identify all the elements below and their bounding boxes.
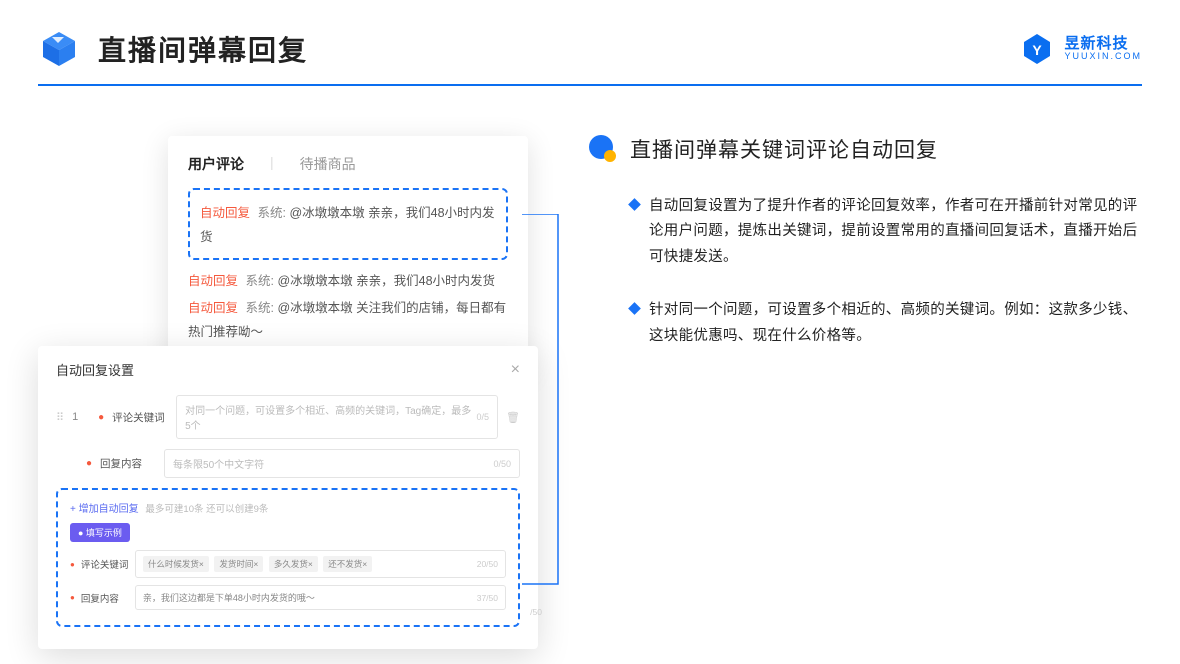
tab-user-comments[interactable]: 用户评论 bbox=[188, 154, 244, 174]
settings-title: 自动回复设置 bbox=[56, 360, 134, 379]
system-label: 系统: bbox=[258, 206, 286, 220]
comment-row-1: 自动回复 系统: @冰墩墩本墩 亲亲，我们48小时内发货 bbox=[200, 202, 496, 250]
row-index: 1 bbox=[72, 411, 90, 423]
brand-cn: 昱新科技 bbox=[1064, 36, 1142, 53]
tag-chip[interactable]: 还不发货× bbox=[323, 556, 372, 572]
add-auto-reply-link[interactable]: + 增加自动回复 最多可建10条 还可以创建9条 bbox=[70, 500, 506, 515]
system-label: 系统: bbox=[246, 274, 274, 288]
required-dot: ● bbox=[70, 560, 75, 569]
comment-row-highlight: 自动回复 系统: @冰墩墩本墩 亲亲，我们48小时内发货 bbox=[188, 188, 508, 260]
comment-tabs: 用户评论 | 待播商品 bbox=[188, 154, 508, 174]
auto-reply-tag: 自动回复 bbox=[188, 274, 238, 288]
ex-keyword-input[interactable]: 什么时候发货× 发货时间× 多久发货× 还不发货× 20/50 bbox=[135, 550, 506, 578]
auto-reply-tag: 自动回复 bbox=[188, 301, 238, 315]
ex-reply-label: 回复内容 bbox=[81, 591, 129, 605]
slide-header: 直播间弹幕回复 Y 昱新科技 YUUXIN.COM bbox=[38, 28, 1142, 86]
tag-chip[interactable]: 多久发货× bbox=[269, 556, 318, 572]
bullet-2: 针对同一个问题，可设置多个相近的、高频的关键词。例如：这款多少钱、这块能优惠吗、… bbox=[588, 298, 1142, 349]
right-column: 直播间弹幕关键词评论自动回复 自动回复设置为了提升作者的评论回复效率，作者可在开… bbox=[578, 136, 1142, 377]
left-column: 用户评论 | 待播商品 自动回复 系统: @冰墩墩本墩 亲亲，我们48小时内发货… bbox=[38, 136, 548, 377]
system-label: 系统: bbox=[246, 301, 274, 315]
keyword-count: 0/5 bbox=[477, 412, 490, 422]
comment-row-3: 自动回复 系统: @冰墩墩本墩 关注我们的店铺，每日都有热门推荐呦～ bbox=[188, 297, 508, 345]
example-block: + 增加自动回复 最多可建10条 还可以创建9条 ● 填写示例 ● 评论关键词 … bbox=[56, 488, 520, 627]
cube-icon bbox=[38, 28, 80, 70]
required-dot: ● bbox=[98, 412, 104, 423]
reply-input[interactable]: 每条限50个中文字符 0/50 bbox=[164, 449, 520, 478]
tab-pending-goods[interactable]: 待播商品 bbox=[300, 154, 356, 174]
delete-icon[interactable]: 🗑 bbox=[506, 411, 520, 424]
required-dot: ● bbox=[70, 593, 75, 602]
speech-bubble-icon bbox=[588, 134, 618, 164]
add-link-text: + 增加自动回复 bbox=[70, 504, 139, 515]
tab-divider: | bbox=[270, 154, 274, 174]
required-dot: ● bbox=[86, 458, 92, 469]
ex-kw-count: 20/50 bbox=[477, 559, 498, 569]
comment-panel: 用户评论 | 待播商品 自动回复 系统: @冰墩墩本墩 亲亲，我们48小时内发货… bbox=[168, 136, 528, 371]
add-link-sub: 最多可建10条 还可以创建9条 bbox=[145, 504, 268, 515]
comment-row-2: 自动回复 系统: @冰墩墩本墩 亲亲，我们48小时内发货 bbox=[188, 270, 508, 294]
keyword-input[interactable]: 对同一个问题，可设置多个相近、高频的关键词，Tag确定，最多5个 0/5 bbox=[176, 395, 498, 439]
ex-keyword-label: 评论关键词 bbox=[81, 557, 129, 571]
tag-chip[interactable]: 发货时间× bbox=[214, 556, 263, 572]
ex-tags: 什么时候发货× 发货时间× 多久发货× 还不发货× bbox=[143, 556, 375, 572]
header-left: 直播间弹幕回复 bbox=[38, 28, 308, 70]
bullet-2-text: 针对同一个问题，可设置多个相近的、高频的关键词。例如：这款多少钱、这块能优惠吗、… bbox=[649, 298, 1142, 349]
bullet-1: 自动回复设置为了提升作者的评论回复效率，作者可在开播前针对常见的评论用户问题，提… bbox=[588, 194, 1142, 270]
brand: Y 昱新科技 YUUXIN.COM bbox=[1020, 32, 1142, 66]
diamond-icon bbox=[628, 302, 641, 315]
page-title: 直播间弹幕回复 bbox=[98, 29, 308, 69]
example-badge: ● 填写示例 bbox=[70, 523, 130, 542]
svg-text:Y: Y bbox=[1033, 42, 1043, 58]
ex-reply-count: 37/50 bbox=[477, 593, 498, 603]
reply-label: 回复内容 bbox=[100, 456, 156, 471]
brand-en: YUUXIN.COM bbox=[1064, 52, 1142, 62]
reply-placeholder: 每条限50个中文字符 bbox=[173, 456, 264, 471]
keyword-placeholder: 对同一个问题，可设置多个相近、高频的关键词，Tag确定，最多5个 bbox=[185, 402, 476, 432]
close-icon[interactable]: × bbox=[511, 361, 520, 379]
keyword-label: 评论关键词 bbox=[112, 410, 168, 425]
settings-panel: 自动回复设置 × ⠿ 1 ● 评论关键词 对同一个问题，可设置多个相近、高频的关… bbox=[38, 346, 538, 649]
reply-row: ● 回复内容 每条限50个中文字符 0/50 bbox=[56, 449, 520, 478]
auto-reply-tag: 自动回复 bbox=[200, 206, 250, 220]
ex-reply-input[interactable]: 亲，我们这边都是下单48小时内发货的哦～ 37/50 bbox=[135, 585, 506, 610]
keyword-row: ⠿ 1 ● 评论关键词 对同一个问题，可设置多个相近、高频的关键词，Tag确定，… bbox=[56, 395, 520, 439]
comment-text: @冰墩墩本墩 亲亲，我们48小时内发货 bbox=[277, 274, 495, 288]
settings-title-row: 自动回复设置 × bbox=[56, 360, 520, 379]
example-reply-row: ● 回复内容 亲，我们这边都是下单48小时内发货的哦～ 37/50 bbox=[70, 585, 506, 610]
section-title: 直播间弹幕关键词评论自动回复 bbox=[630, 134, 938, 164]
brand-text: 昱新科技 YUUXIN.COM bbox=[1064, 36, 1142, 62]
diamond-icon bbox=[628, 198, 641, 211]
drag-handle-icon[interactable]: ⠿ bbox=[56, 411, 64, 424]
float-count: /50 bbox=[530, 607, 542, 617]
section-head: 直播间弹幕关键词评论自动回复 bbox=[588, 134, 1142, 164]
brand-logo-icon: Y bbox=[1020, 32, 1054, 66]
example-keyword-row: ● 评论关键词 什么时候发货× 发货时间× 多久发货× 还不发货× 20/50 bbox=[70, 550, 506, 578]
bullet-1-text: 自动回复设置为了提升作者的评论回复效率，作者可在开播前针对常见的评论用户问题，提… bbox=[649, 194, 1142, 270]
ex-reply-value: 亲，我们这边都是下单48小时内发货的哦～ bbox=[143, 591, 315, 604]
reply-count: 0/50 bbox=[493, 459, 511, 469]
tag-chip[interactable]: 什么时候发货× bbox=[143, 556, 209, 572]
